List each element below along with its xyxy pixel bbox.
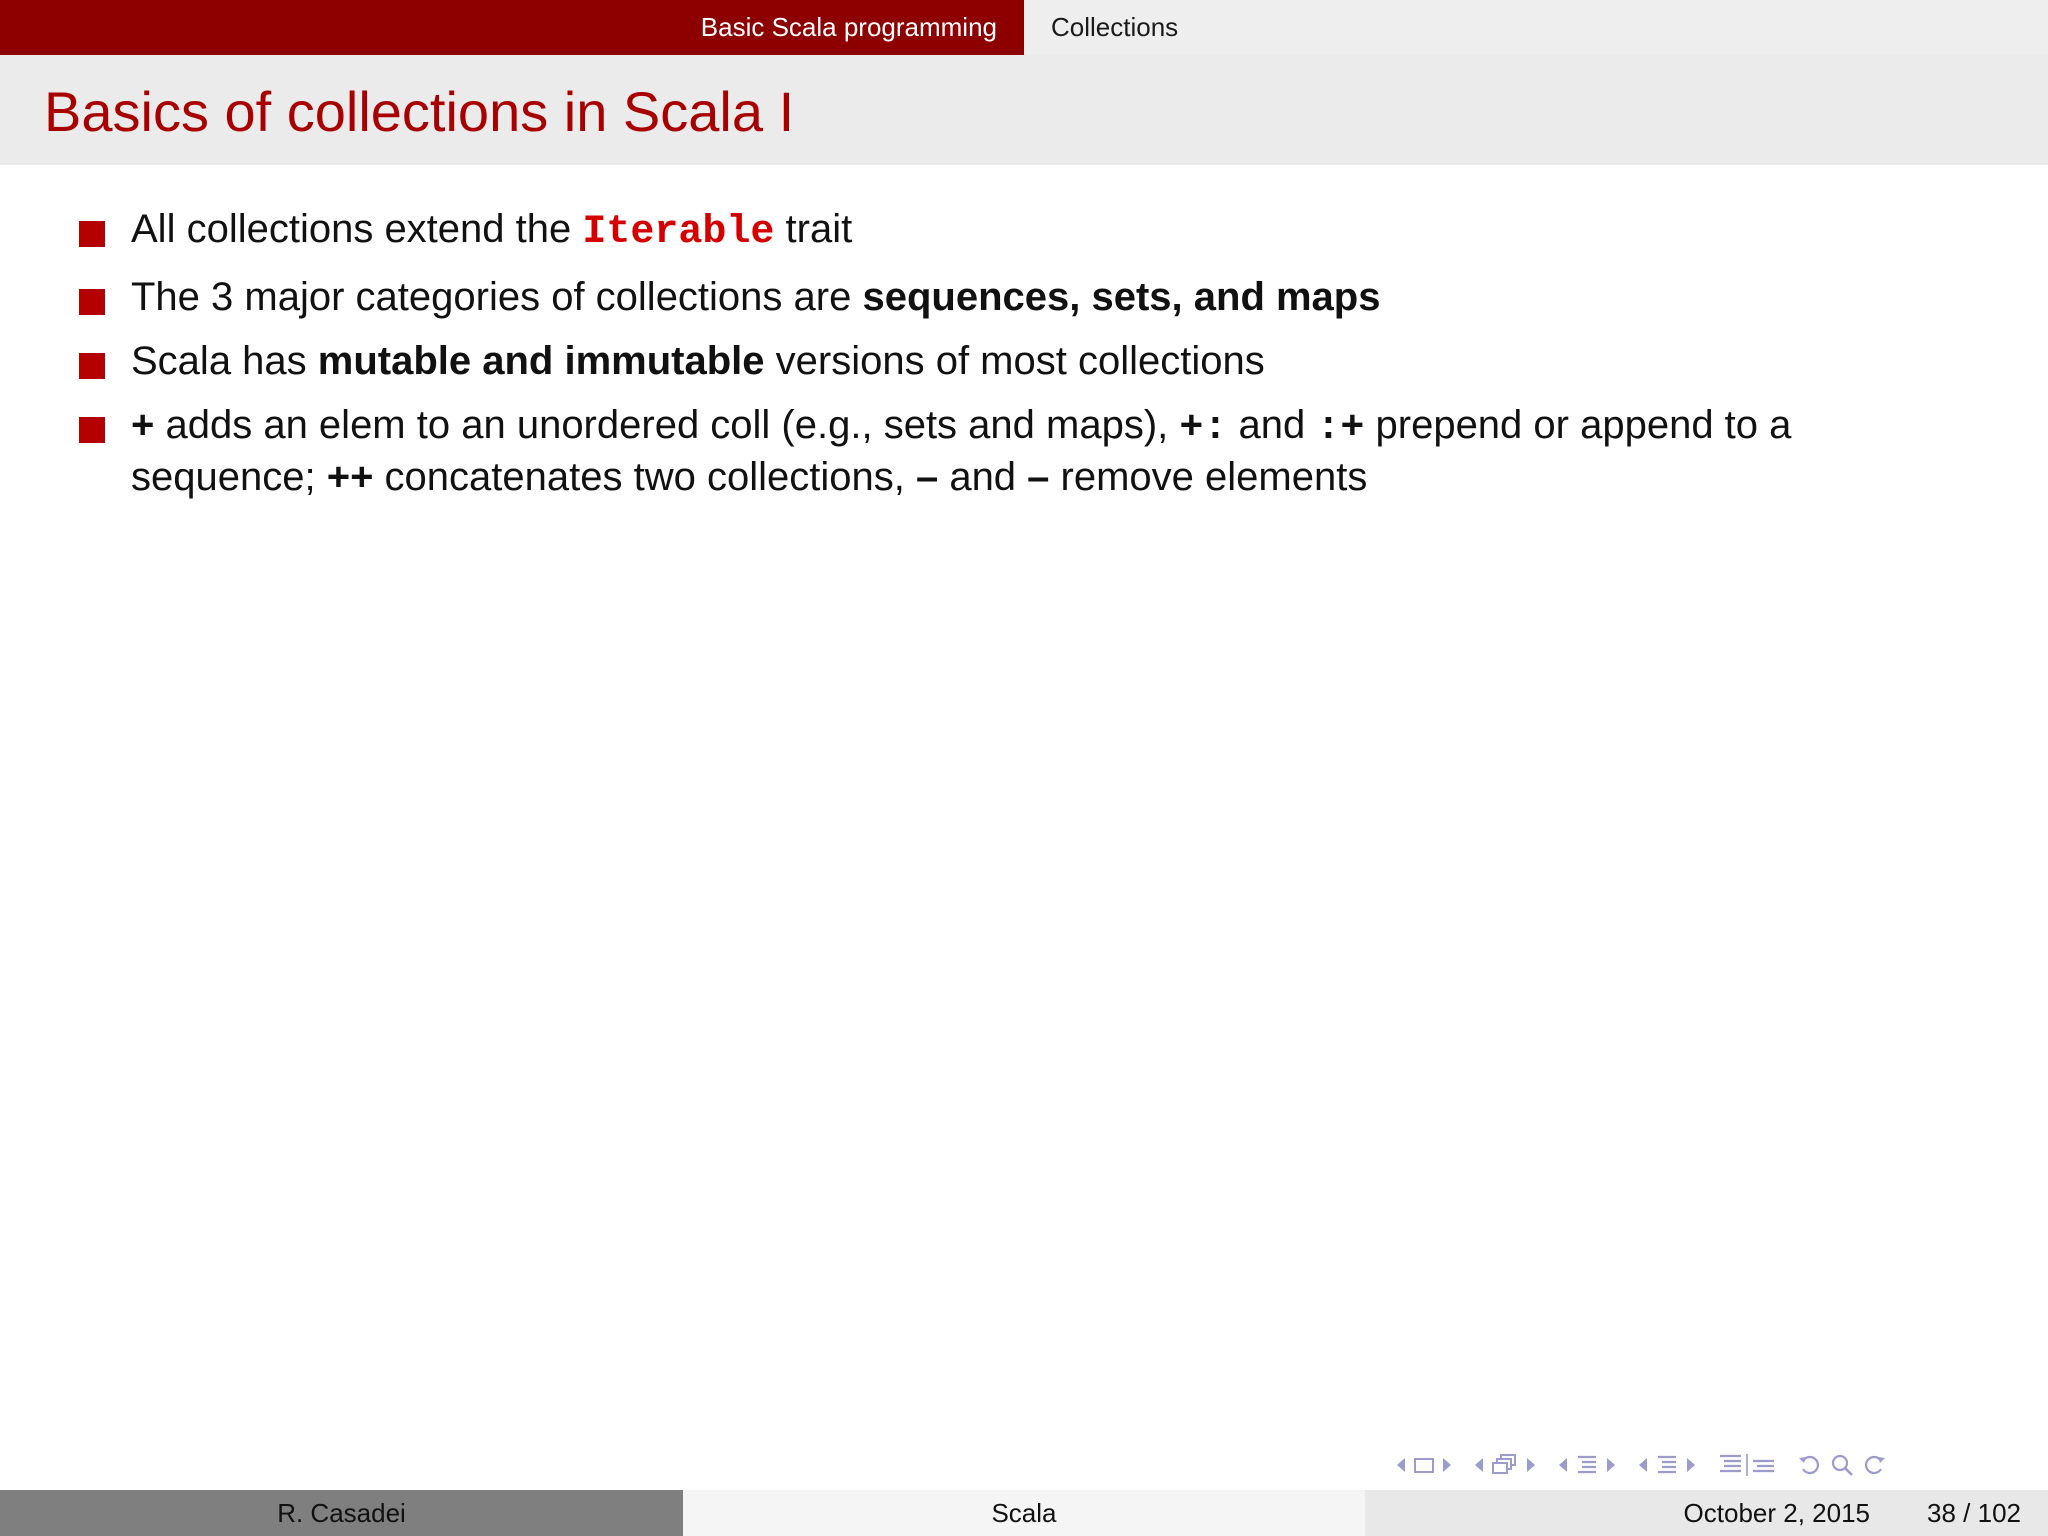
frame-title-band: Basics of collections in Scala I [0,55,2048,165]
footer: R. Casadei Scala October 2, 2015 38 / 10… [0,1490,2048,1536]
redo-icon[interactable] [1861,1452,1887,1478]
search-icon[interactable] [1829,1452,1855,1478]
bullet-item: + adds an elem to an unordered coll (e.g… [0,401,2048,501]
bullet-list: All collections extend the Iterable trai… [0,205,2048,517]
header-bar: Basic Scala programming Collections [0,0,2048,55]
arrow-left-icon[interactable] [1557,1455,1569,1475]
footer-short-title: Scala [683,1490,1365,1536]
bullet-text: trait [774,207,853,251]
bullet-text: All collections extend the [131,207,583,251]
frame-icon[interactable] [1413,1455,1435,1475]
bullet-bold-text: sequences, sets, and maps [862,275,1381,319]
toc-group [1714,1452,1780,1478]
bullet-bold-text: mutable and immutable [317,339,765,383]
operator-minus: – [915,455,939,499]
subsection-icon[interactable] [1491,1453,1519,1477]
square-bullet-icon [79,289,105,315]
undo-icon[interactable] [1797,1452,1823,1478]
square-bullet-icon [79,353,105,379]
footer-author: R. Casadei [0,1490,683,1536]
operator-plus: + [131,403,155,447]
arrow-right-icon[interactable] [1605,1455,1617,1475]
subsection-title[interactable]: Collections [1051,12,1178,43]
operator-minus: – [1027,455,1050,499]
subsection-nav-group [1470,1453,1540,1477]
arrow-left-icon[interactable] [1637,1455,1649,1475]
bullet-text: versions of most collections [764,339,1265,383]
bullet-text: remove elements [1049,455,1368,499]
arrow-right-icon[interactable] [1685,1455,1697,1475]
footer-right: October 2, 2015 38 / 102 [1365,1490,2048,1536]
bullet-text: and [938,455,1028,499]
frame-title: Basics of collections in Scala I [44,80,795,143]
bullet-text: concatenates two collections, [373,455,916,499]
arrow-right-icon[interactable] [1441,1455,1453,1475]
bullet-item: All collections extend the Iterable trai… [0,205,2048,257]
bullet-text: adds an elem to an unordered coll (e.g.,… [154,403,1180,447]
search-undo-group [1794,1452,1890,1478]
arrow-left-icon[interactable] [1395,1455,1407,1475]
section-title[interactable]: Basic Scala programming [701,12,997,43]
bullet-item: The 3 major categories of collections ar… [0,273,2048,321]
subsection-list-icon[interactable] [1655,1453,1679,1477]
code-iterable: Iterable [582,210,775,255]
operator-append: :+ [1316,406,1365,451]
frame-nav-group [1392,1455,1456,1475]
header-section-area: Basic Scala programming [0,0,1024,55]
page-number: 38 / 102 [1927,1498,2021,1528]
navigation-symbols [1392,1448,2032,1482]
operator-concat: ++ [326,455,374,499]
section-nav-group [1554,1453,1620,1477]
bullet-text: The 3 major categories of collections ar… [131,275,863,319]
bullet-text: and [1227,403,1317,447]
section-icon[interactable] [1575,1453,1599,1477]
subsection-list-nav-group [1634,1453,1700,1477]
square-bullet-icon [79,417,105,443]
arrow-left-icon[interactable] [1473,1455,1485,1475]
bullet-text: Scala has [131,339,318,383]
header-subsection-area: Collections [1024,0,2048,55]
arrow-right-icon[interactable] [1525,1455,1537,1475]
operator-prepend: +: [1179,406,1228,451]
footer-date: October 2, 2015 [1683,1498,1870,1528]
toc-icon[interactable] [1717,1452,1777,1478]
square-bullet-icon [79,221,105,247]
slide: Basic Scala programming Collections Basi… [0,0,2048,1536]
bullet-item: Scala has mutable and immutable versions… [0,337,2048,385]
